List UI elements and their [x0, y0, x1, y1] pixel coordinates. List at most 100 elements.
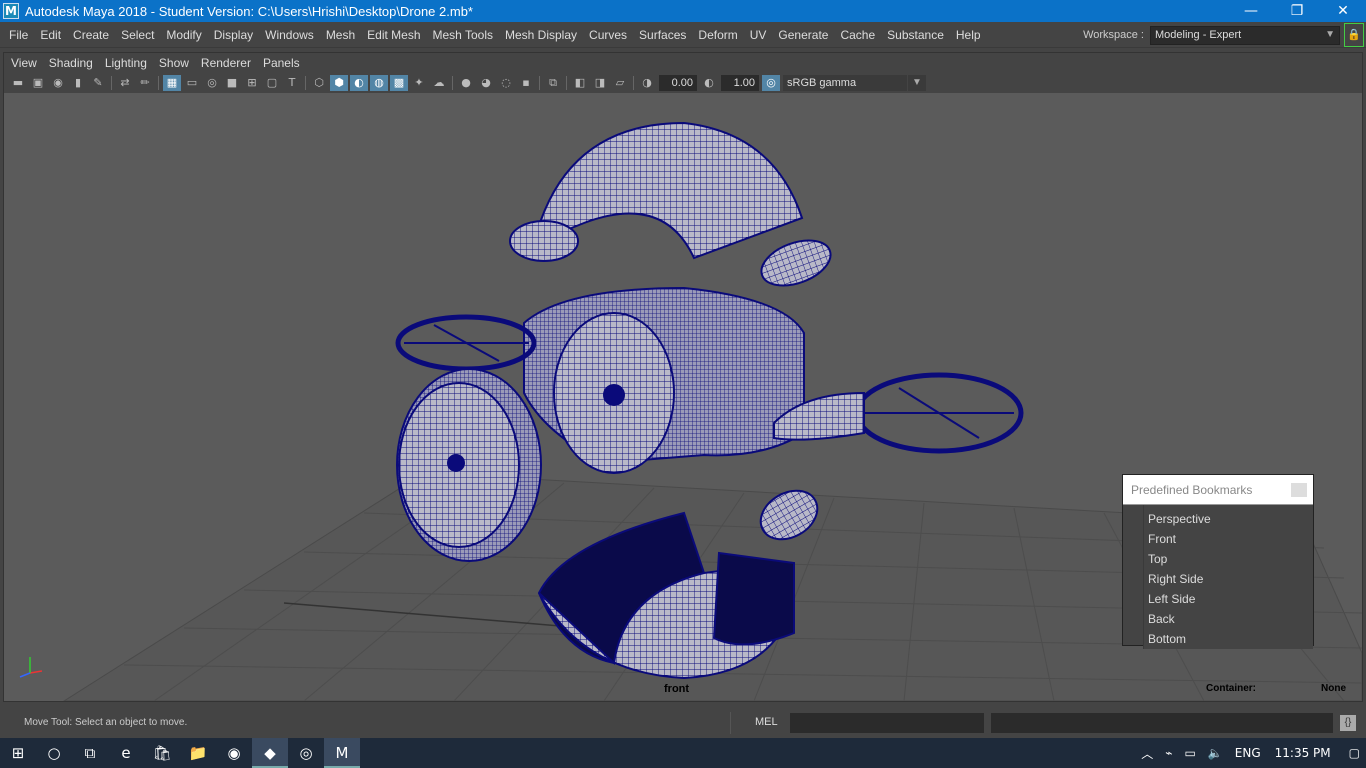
menu-uv[interactable]: UV — [744, 28, 773, 42]
select-camera-icon[interactable]: ▬ — [9, 75, 27, 91]
toolbar-divider — [452, 76, 453, 90]
view-transform-dropdown[interactable]: sRGB gamma — [783, 75, 907, 91]
network-icon[interactable]: ⌁ — [1165, 746, 1172, 760]
lock-icon[interactable]: 🔒 — [1344, 23, 1364, 47]
menu-mesh-tools[interactable]: Mesh Tools — [427, 28, 499, 42]
media-app-icon[interactable]: ◎ — [288, 738, 324, 768]
menu-substance[interactable]: Substance — [881, 28, 950, 42]
multisample-aa-icon[interactable]: ◌ — [497, 75, 515, 91]
menu-display[interactable]: Display — [208, 28, 259, 42]
menu-create[interactable]: Create — [67, 28, 115, 42]
store-icon[interactable]: 🛍 — [144, 738, 180, 768]
bookmark-front[interactable]: Front — [1144, 529, 1313, 549]
screen-space-ao-icon[interactable]: ● — [457, 75, 475, 91]
chevron-down-icon[interactable]: ▼ — [908, 75, 926, 91]
isolate-select-icon[interactable]: ⧉ — [544, 75, 562, 91]
minimize-button[interactable]: — — [1228, 0, 1274, 22]
menu-help[interactable]: Help — [950, 28, 987, 42]
gate-mask-icon[interactable]: ■ — [223, 75, 241, 91]
edge-browser-icon[interactable]: e — [108, 738, 144, 768]
shadows-icon[interactable]: ☁ — [430, 75, 448, 91]
panel-menu-shading[interactable]: Shading — [43, 56, 99, 70]
workspace-selector: Workspace : Modeling - Expert ▼ 🔒 — [1083, 22, 1366, 48]
menu-modify[interactable]: Modify — [160, 28, 207, 42]
help-line: Move Tool: Select an object to move. — [24, 717, 188, 728]
panel-menu-view[interactable]: View — [4, 56, 43, 70]
bookmark-back[interactable]: Back — [1144, 609, 1313, 629]
menu-cache[interactable]: Cache — [834, 28, 881, 42]
windows-start-icon[interactable]: ⊞ — [0, 738, 36, 768]
textured-icon[interactable]: ▩ — [390, 75, 408, 91]
resolution-gate-icon[interactable]: ◎ — [203, 75, 221, 91]
clock[interactable]: 11:35 PM — [1275, 746, 1331, 760]
gamma-field[interactable]: 1.00 — [721, 75, 759, 91]
bookmark-left-side[interactable]: Left Side — [1144, 589, 1313, 609]
bookmark-bottom[interactable]: Bottom — [1144, 629, 1313, 649]
action-center-icon[interactable]: ▢ — [1349, 746, 1360, 760]
use-all-lights-icon[interactable]: ✦ — [410, 75, 428, 91]
workspace-dropdown[interactable]: Modeling - Expert ▼ — [1150, 25, 1340, 45]
bookmark-top[interactable]: Top — [1144, 549, 1313, 569]
grease-pencil-icon[interactable]: ✏ — [136, 75, 154, 91]
menu-mesh[interactable]: Mesh — [320, 28, 361, 42]
menu-mesh-display[interactable]: Mesh Display — [499, 28, 583, 42]
menu-select[interactable]: Select — [115, 28, 160, 42]
panel-menu-show[interactable]: Show — [153, 56, 195, 70]
xray-active-icon[interactable]: ▱ — [611, 75, 629, 91]
battery-icon[interactable]: ▭ — [1185, 746, 1196, 760]
visual-studio-icon[interactable]: ◆ — [252, 738, 288, 768]
default-material-icon[interactable]: ◐ — [350, 75, 368, 91]
file-explorer-icon[interactable]: 📁 — [180, 738, 216, 768]
task-view-icon[interactable]: ⧉ — [72, 738, 108, 768]
menu-file[interactable]: File — [0, 28, 34, 42]
chrome-icon[interactable]: ◉ — [216, 738, 252, 768]
volume-icon[interactable]: 🔈 — [1208, 746, 1223, 760]
menu-windows[interactable]: Windows — [259, 28, 320, 42]
exposure-field[interactable]: 0.00 — [659, 75, 697, 91]
safe-title-icon[interactable]: T — [283, 75, 301, 91]
camera-lock-icon[interactable]: ◉ — [49, 75, 67, 91]
wireframe-on-shaded-icon[interactable]: ◍ — [370, 75, 388, 91]
camera-name-label: front — [664, 683, 690, 695]
exposure-icon[interactable]: ◑ — [638, 75, 656, 91]
cortana-search-icon[interactable]: ○ — [36, 738, 72, 768]
grid-icon[interactable]: ▦ — [163, 75, 181, 91]
menu-edit[interactable]: Edit — [34, 28, 67, 42]
command-line-input[interactable] — [790, 713, 984, 733]
menu-curves[interactable]: Curves — [583, 28, 633, 42]
bookmarks-header: Predefined Bookmarks — [1123, 475, 1313, 505]
safe-action-icon[interactable]: ▢ — [263, 75, 281, 91]
bookmark-right-side[interactable]: Right Side — [1144, 569, 1313, 589]
camera-attributes-icon[interactable]: ▣ — [29, 75, 47, 91]
menu-edit-mesh[interactable]: Edit Mesh — [361, 28, 426, 42]
maya-logo-icon: M — [3, 3, 19, 19]
smooth-shade-icon[interactable]: ⬢ — [330, 75, 348, 91]
language-indicator[interactable]: ENG — [1235, 746, 1261, 760]
menu-surfaces[interactable]: Surfaces — [633, 28, 692, 42]
maya-taskbar-icon[interactable]: M — [324, 738, 360, 768]
panel-menu-lighting[interactable]: Lighting — [99, 56, 153, 70]
chevron-up-icon[interactable]: ︿ — [1141, 745, 1153, 762]
field-chart-icon[interactable]: ⊞ — [243, 75, 261, 91]
menu-deform[interactable]: Deform — [692, 28, 743, 42]
script-editor-icon[interactable]: {} — [1340, 715, 1356, 731]
menu-generate[interactable]: Generate — [772, 28, 834, 42]
close-button[interactable]: ✕ — [1320, 0, 1366, 22]
color-management-icon[interactable]: ◎ — [762, 75, 780, 91]
depth-of-field-icon[interactable]: ▪ — [517, 75, 535, 91]
bookmark-perspective[interactable]: Perspective — [1144, 509, 1313, 529]
bookmark-icon[interactable]: ▮ — [69, 75, 87, 91]
wireframe-icon[interactable]: ⬡ — [310, 75, 328, 91]
script-language-button[interactable]: MEL — [755, 716, 778, 728]
xray-joints-icon[interactable]: ◨ — [591, 75, 609, 91]
panel-menu-panels[interactable]: Panels — [257, 56, 306, 70]
motion-blur-icon[interactable]: ◕ — [477, 75, 495, 91]
2d-pan-zoom-icon[interactable]: ⇄ — [116, 75, 134, 91]
xray-icon[interactable]: ◧ — [571, 75, 589, 91]
gamma-icon[interactable]: ◐ — [700, 75, 718, 91]
close-icon[interactable] — [1291, 482, 1307, 497]
film-gate-icon[interactable]: ▭ — [183, 75, 201, 91]
image-plane-icon[interactable]: ✎ — [89, 75, 107, 91]
panel-menu-renderer[interactable]: Renderer — [195, 56, 257, 70]
restore-button[interactable]: ❐ — [1274, 0, 1320, 22]
